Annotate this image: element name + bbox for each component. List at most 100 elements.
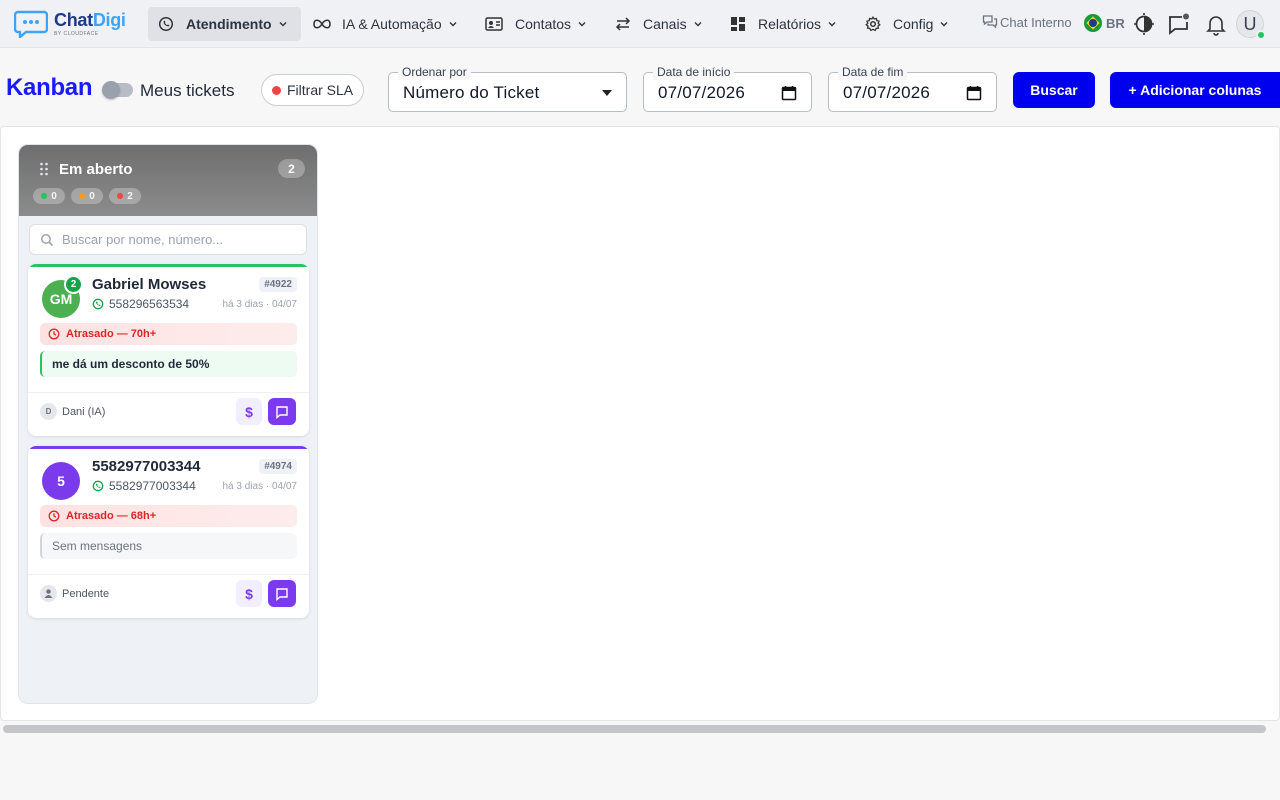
red-dot-icon (117, 193, 124, 199)
ticket-card[interactable]: 5 5582977003344 #4974 5582977003344 há 3… (28, 446, 309, 618)
yellow-dot-icon (79, 193, 86, 199)
column-header[interactable]: Em aberto 2 0 0 2 (19, 145, 317, 216)
nav-contatos[interactable]: Contatos (475, 7, 597, 41)
chat-icon (276, 405, 288, 419)
nav-relatorios[interactable]: Relatórios (720, 7, 847, 41)
sla-late-count: 2 (109, 188, 141, 204)
open-chat-button[interactable] (268, 580, 296, 607)
my-tickets-toggle[interactable] (102, 81, 133, 99)
clock-icon (48, 510, 60, 522)
sla-status: Atrasado — 68h+ (40, 505, 297, 527)
calendar-icon[interactable] (781, 85, 797, 101)
start-date-value: 07/07/2026 (658, 83, 746, 102)
column-search-input[interactable]: Buscar por nome, número... (29, 224, 307, 255)
drag-handle-icon[interactable] (39, 162, 49, 176)
end-date-field[interactable]: Data de fim 07/07/2026 (828, 64, 997, 112)
theme-toggle-icon[interactable] (1133, 12, 1155, 36)
bell-icon[interactable] (1205, 12, 1227, 36)
search-button[interactable]: Buscar (1013, 72, 1095, 108)
unread-badge: 2 (64, 275, 83, 294)
ticket-owner: D Dani (IA) (40, 403, 105, 420)
card-accent-line (28, 264, 309, 267)
dashboard-icon (731, 17, 745, 31)
language-selector[interactable]: BR (1084, 14, 1125, 32)
clock-icon (48, 328, 60, 340)
person-icon (44, 589, 53, 598)
owner-name: Dani (IA) (62, 405, 106, 418)
nav-atendimento-label: Atendimento (186, 16, 272, 32)
whatsapp-icon (158, 16, 174, 32)
owner-name: Pendente (62, 587, 110, 600)
contact-phone: 5582977003344 (92, 479, 196, 493)
kanban-column-em-aberto: Em aberto 2 0 0 2 Buscar por nome, númer… (18, 144, 318, 704)
contact-phone-value: 5582977003344 (109, 479, 196, 493)
brand-tagline: BY CLOUDFACE (54, 31, 99, 37)
nav-config[interactable]: Config (855, 7, 959, 41)
nav-canais-label: Canais (643, 16, 687, 32)
contact-card-icon (485, 17, 503, 31)
my-tickets-label: Meus tickets (140, 81, 235, 100)
column-title: Em aberto (59, 161, 133, 178)
sla-warning-count: 0 (71, 188, 103, 204)
filter-sla-label: Filtrar SLA (287, 82, 354, 98)
filter-sla-button[interactable]: Filtrar SLA (261, 74, 364, 106)
last-message: me dá um desconto de 50% (40, 351, 297, 377)
horizontal-scrollbar[interactable] (3, 725, 1266, 733)
chat-interno-link[interactable]: Chat Interno (982, 14, 1072, 30)
nav-ia-automacao-label: IA & Automação (342, 16, 442, 32)
dollar-icon[interactable]: $ (236, 580, 262, 607)
chat-bubbles-icon (982, 15, 998, 29)
sort-select[interactable]: Ordenar por Número do Ticket (388, 64, 627, 112)
column-count-badge: 2 (278, 159, 305, 178)
sla-status-text: Atrasado — 68h+ (66, 510, 157, 522)
dollar-icon[interactable]: $ (236, 398, 262, 425)
top-navbar: ChatDigi BY CLOUDFACE Atendimento IA & A… (0, 0, 1280, 48)
whatsapp-icon (92, 298, 104, 310)
column-search-placeholder: Buscar por nome, número... (62, 232, 224, 247)
add-columns-button[interactable]: + Adicionar colunas (1110, 72, 1280, 108)
user-avatar[interactable]: U (1236, 10, 1266, 40)
calendar-icon[interactable] (966, 85, 982, 101)
sla-ok-count: 0 (33, 188, 65, 204)
search-icon (41, 233, 54, 246)
contact-phone-value: 558296563534 (109, 297, 190, 311)
page-title: Kanban (6, 74, 93, 101)
chevron-down-icon (578, 22, 586, 27)
language-label: BR (1106, 15, 1125, 31)
arrows-left-right-icon (615, 17, 631, 31)
sla-ok-value: 0 (51, 190, 57, 202)
ticket-card[interactable]: GM 2 Gabriel Mowses #4922 558296563534 h… (28, 264, 309, 436)
nav-ia-automacao[interactable]: IA & Automação (302, 7, 468, 41)
start-date-field[interactable]: Data de início 07/07/2026 (643, 64, 812, 112)
chevron-down-icon (279, 22, 287, 27)
brand-name: ChatDigi (54, 11, 126, 29)
sla-late-value: 2 (127, 190, 133, 202)
contact-name: 5582977003344 (92, 458, 201, 475)
chat-notification-icon[interactable] (1166, 12, 1190, 36)
sla-warning-value: 0 (89, 190, 95, 202)
kanban-board: Em aberto 2 0 0 2 Buscar por nome, númer… (0, 126, 1280, 721)
nav-canais[interactable]: Canais (605, 7, 713, 41)
sla-status-text: Atrasado — 70h+ (66, 328, 157, 340)
owner-avatar (40, 585, 57, 602)
open-chat-button[interactable] (268, 398, 296, 425)
ticket-id: #4974 (259, 459, 297, 474)
nav-config-label: Config (893, 16, 934, 32)
sla-dot-icon (272, 85, 281, 95)
caret-down-icon (602, 90, 612, 96)
last-message: Sem mensagens (40, 533, 297, 559)
nav-relatorios-label: Relatórios (758, 16, 822, 32)
contact-avatar: 5 (42, 462, 80, 500)
chatdigi-logo[interactable]: ChatDigi BY CLOUDFACE (14, 8, 136, 40)
end-date-legend: Data de fim (838, 64, 908, 80)
ticket-time: há 3 dias · 04/07 (222, 299, 298, 310)
card-divider (28, 392, 309, 393)
chat-interno-label: Chat Interno (1000, 14, 1072, 30)
start-date-legend: Data de início (653, 64, 735, 80)
green-dot-icon (41, 193, 48, 199)
gear-icon (865, 16, 881, 32)
sort-value: Número do Ticket (403, 83, 540, 102)
online-status-dot (1256, 30, 1266, 40)
nav-atendimento[interactable]: Atendimento (148, 7, 301, 41)
owner-avatar: D (40, 403, 57, 420)
